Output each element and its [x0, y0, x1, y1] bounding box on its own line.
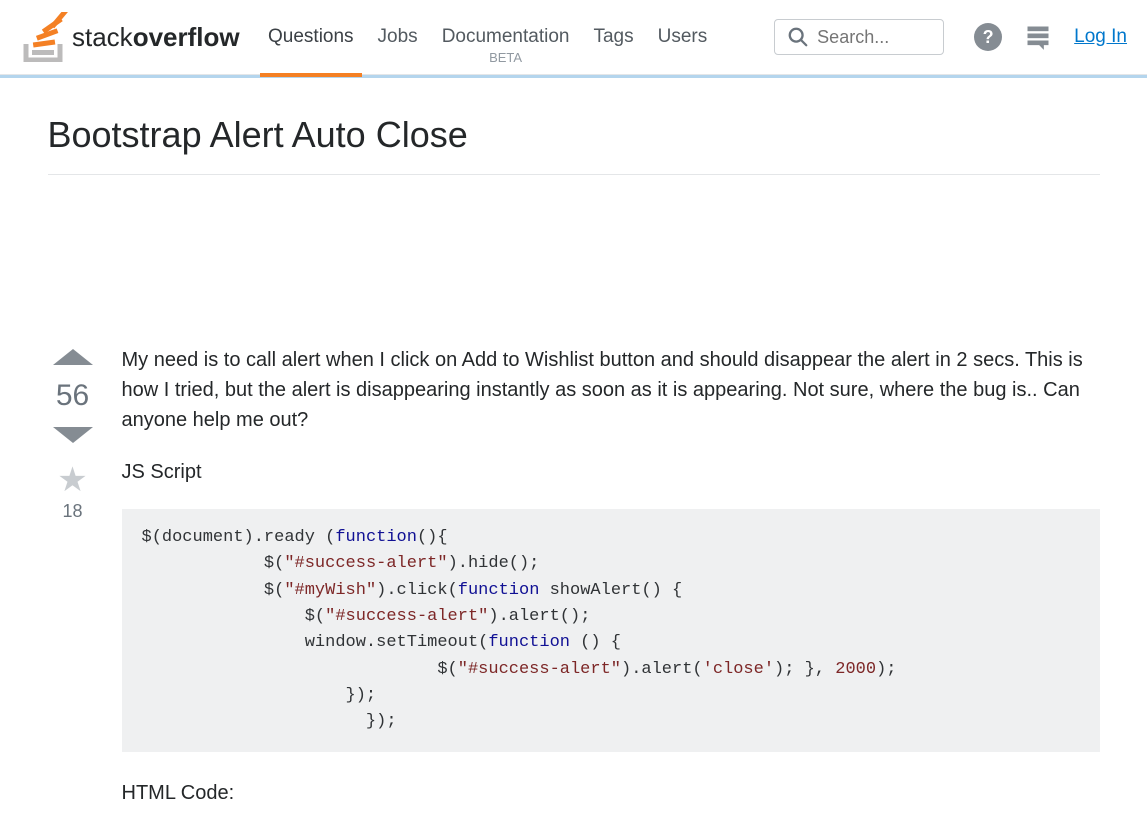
logo[interactable]: stackoverflow: [20, 12, 240, 62]
vote-column: 56 ★ 18: [48, 345, 98, 830]
search-input[interactable]: [817, 27, 917, 48]
post-row: 56 ★ 18 My need is to call alert when I …: [48, 345, 1100, 830]
search-box[interactable]: [774, 19, 944, 55]
html-code-label: HTML Code:: [122, 778, 1100, 808]
vote-count: 56: [56, 379, 89, 413]
topbar: stackoverflow Questions Jobs Documentati…: [0, 0, 1147, 75]
topbar-icons: ? Log In: [974, 23, 1127, 51]
upvote-button[interactable]: [53, 349, 93, 365]
nav-documentation-beta: BETA: [489, 50, 522, 65]
stackoverflow-logo-icon: stackoverflow: [20, 12, 240, 62]
search-icon: [787, 26, 809, 48]
stackexchange-icon[interactable]: [1024, 23, 1052, 51]
post-body: My need is to call alert when I click on…: [122, 345, 1100, 830]
question-body-text: My need is to call alert when I click on…: [122, 345, 1100, 435]
nav-questions[interactable]: Questions: [268, 1, 354, 73]
progress-line: [0, 75, 1147, 78]
title-separator: [48, 174, 1100, 175]
login-link[interactable]: Log In: [1074, 26, 1127, 48]
code-block-js: $(document).ready (function(){ $("#succe…: [122, 509, 1100, 752]
question-title: Bootstrap Alert Auto Close: [48, 114, 1100, 156]
downvote-button[interactable]: [53, 427, 93, 443]
favorite-star-icon[interactable]: ★: [57, 463, 87, 497]
nav-jobs[interactable]: Jobs: [378, 1, 418, 73]
primary-nav: Questions Jobs Documentation BETA Tags U…: [268, 1, 707, 73]
svg-text:stackoverflow: stackoverflow: [72, 22, 240, 52]
favorite-count: 18: [62, 501, 82, 522]
nav-documentation-label: Documentation: [442, 26, 570, 48]
nav-tags[interactable]: Tags: [593, 1, 633, 73]
nav-users[interactable]: Users: [658, 1, 708, 73]
help-icon[interactable]: ?: [974, 23, 1002, 51]
js-script-label: JS Script: [122, 457, 1100, 487]
nav-documentation[interactable]: Documentation BETA: [442, 1, 570, 65]
